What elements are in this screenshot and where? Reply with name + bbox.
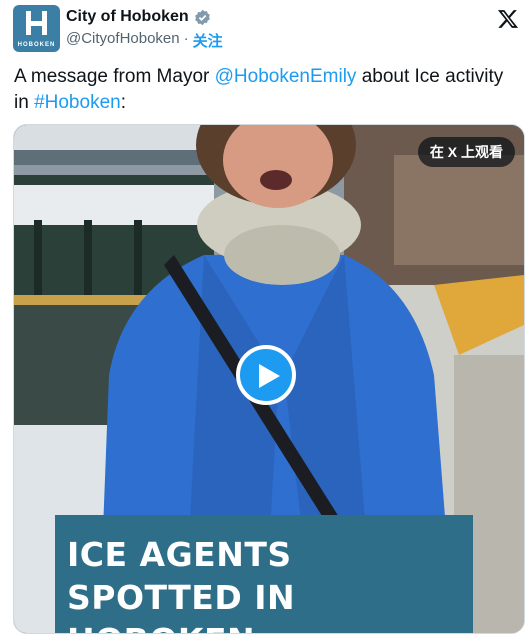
hashtag-link[interactable]: #Hoboken [34, 92, 121, 113]
tweet-text-start: A message from Mayor [14, 66, 215, 87]
separator-dot: · [183, 30, 189, 47]
play-icon [259, 364, 280, 388]
tweet-text-end: : [120, 92, 126, 113]
avatar[interactable]: HOBOKEN [13, 5, 60, 52]
verified-badge-icon [194, 9, 210, 25]
x-logo-icon[interactable] [497, 8, 519, 30]
tweet-card: HOBOKEN City of Hoboken @CityofHoboken ·… [0, 0, 531, 640]
video-player[interactable]: 在 X 上观看 ICE AGENTS SPOTTED IN HOBOKEN [13, 124, 525, 634]
watch-on-x-button[interactable]: 在 X 上观看 [417, 137, 515, 167]
account-name-row: City of Hoboken [66, 8, 211, 26]
play-button[interactable] [236, 345, 296, 405]
account-name[interactable]: City of Hoboken [66, 8, 189, 26]
video-caption-banner: ICE AGENTS SPOTTED IN HOBOKEN [55, 515, 473, 633]
video-caption: ICE AGENTS SPOTTED IN HOBOKEN [67, 535, 296, 633]
tweet-text: A message from Mayor @HobokenEmily about… [14, 64, 519, 116]
handle-row: @CityofHoboken · 关注 [66, 30, 223, 51]
mention-link[interactable]: @HobokenEmily [215, 66, 357, 87]
avatar-wordmark: HOBOKEN [17, 42, 56, 48]
account-handle[interactable]: @CityofHoboken [66, 30, 180, 51]
follow-button[interactable]: 关注 [193, 30, 223, 51]
